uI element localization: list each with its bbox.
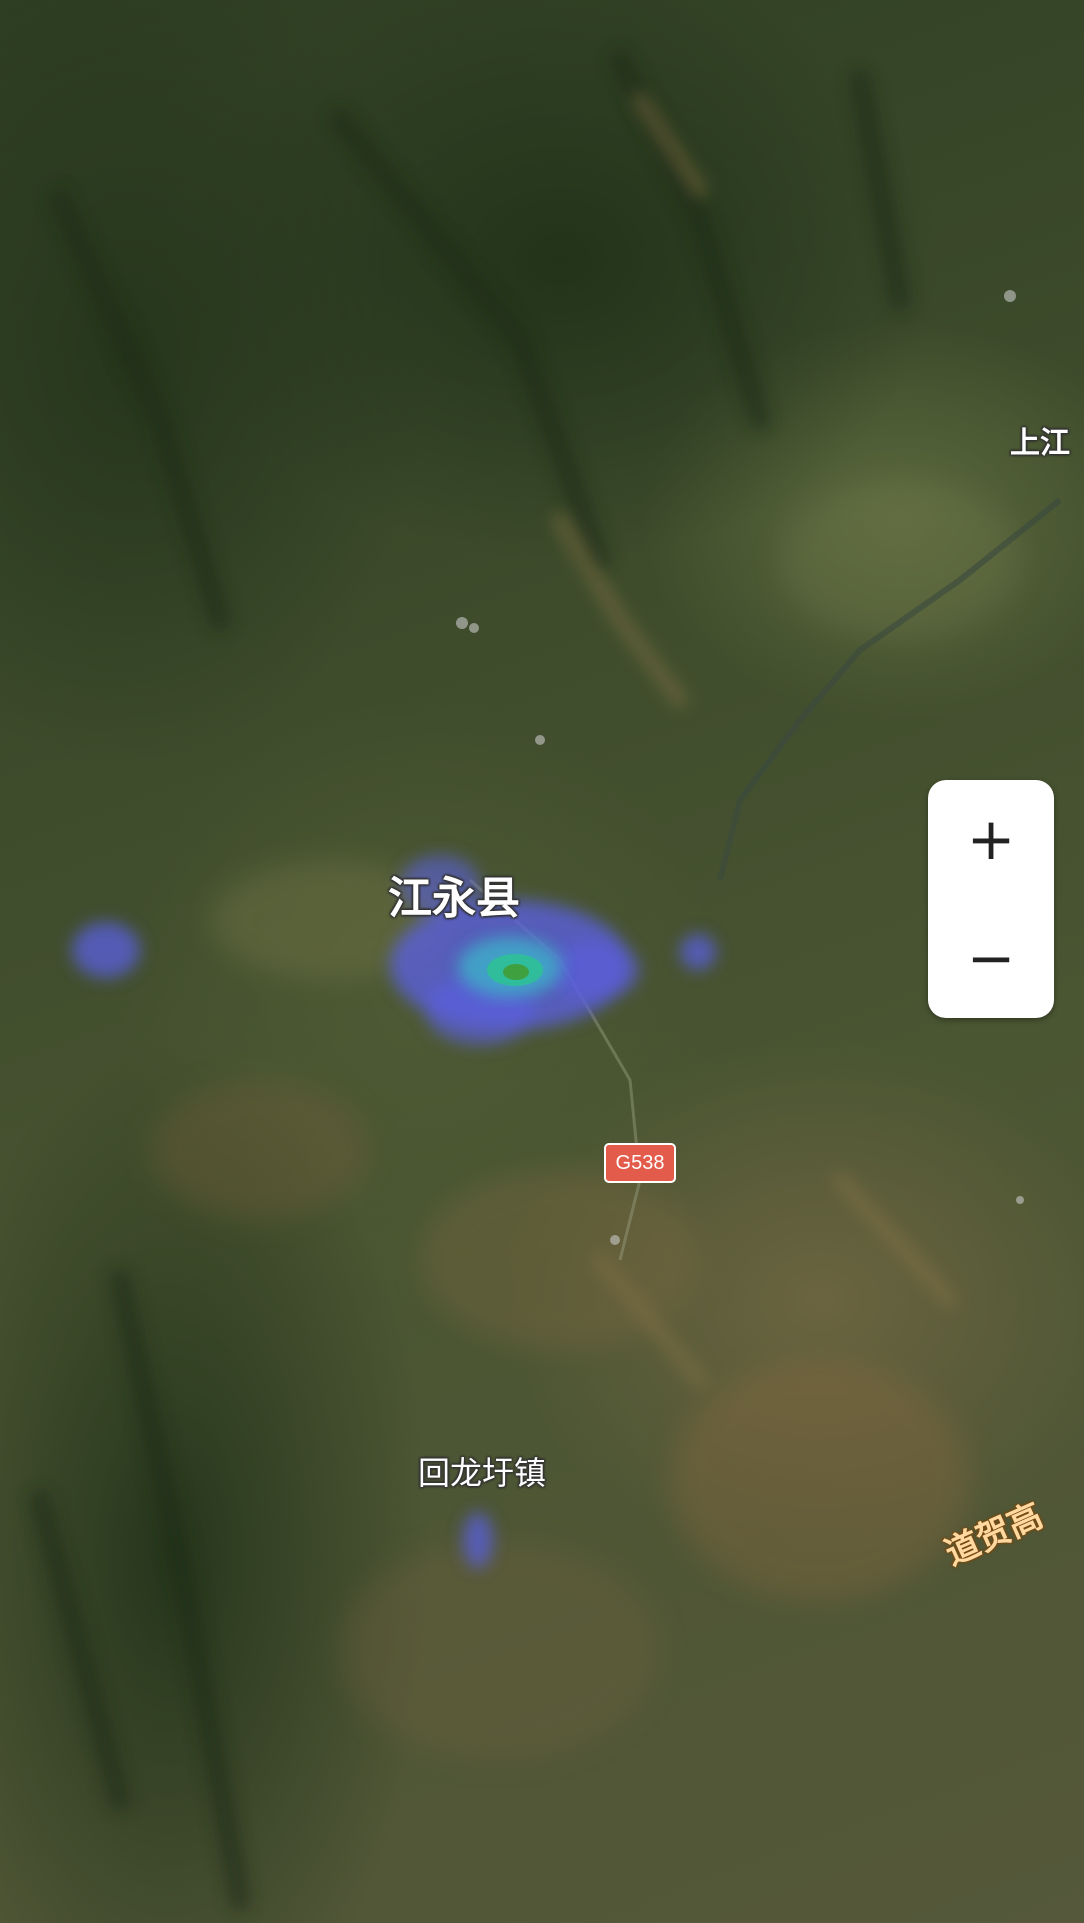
settlements (456, 290, 1024, 1245)
farmland-patches (150, 480, 1020, 1760)
heatmap-blob-west (72, 922, 140, 978)
heatmap-blob-town (463, 1512, 493, 1568)
zoom-out-button[interactable]: − (928, 899, 1054, 1018)
town-label[interactable]: 回龙圩镇 (418, 1448, 546, 1494)
terrain-layer (29, 49, 1062, 1911)
road-shield-g538[interactable]: G538 (604, 1143, 676, 1183)
zoom-in-button[interactable]: + (928, 780, 1054, 899)
upper-right-place-label[interactable]: 上江 (1010, 418, 1070, 462)
heatmap-blob-county-east (550, 940, 640, 1000)
satellite-map[interactable]: 江永县 回龙圩镇 上江 道贺高 G538 + − (0, 0, 1084, 1923)
county-label[interactable]: 江永县 (388, 862, 520, 926)
heatmap-blob-east (680, 934, 716, 970)
zoom-control: + − (928, 780, 1054, 1018)
heatmap-core-inner (503, 964, 529, 980)
